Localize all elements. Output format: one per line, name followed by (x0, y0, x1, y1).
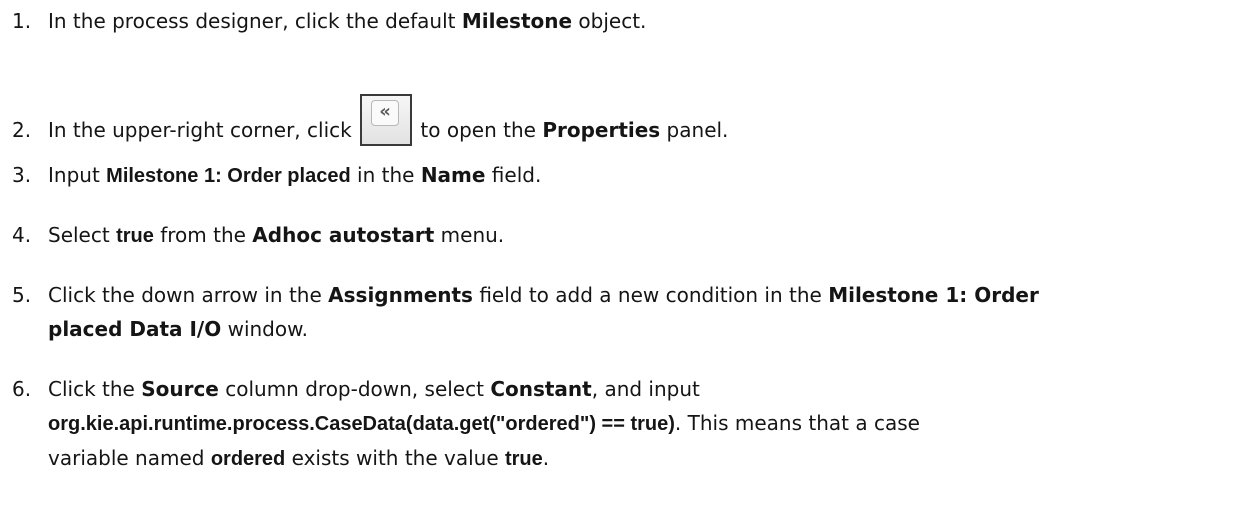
step-number: 6. (12, 377, 32, 401)
step-text: exists with the value (285, 446, 505, 470)
step-text: object. (572, 9, 647, 33)
step-number: 2. (12, 118, 32, 142)
code-expression: org.kie.api.runtime.process.CaseData(dat… (48, 413, 675, 435)
step-text: Click the down arrow in the (48, 283, 329, 307)
step-text: Select (48, 223, 117, 247)
step-text: in the (350, 163, 421, 187)
step-text: from the (153, 223, 253, 247)
collapse-panel-button-image: « (360, 94, 413, 146)
variable-name: ordered (210, 448, 286, 470)
ui-term-adhoc-autostart: Adhoc autostart (252, 223, 435, 247)
ui-term-name: Name (420, 163, 486, 187)
input-value: Milestone 1: Order placed (106, 165, 351, 187)
ui-term-window-title: placed Data I/O (48, 317, 222, 341)
step-text: In the process designer, click the defau… (48, 9, 462, 33)
step-5: 5. Click the down arrow in the Assignment… (12, 278, 1252, 346)
input-value: true (116, 225, 154, 247)
step-number: 3. (12, 163, 32, 187)
step-number: 1. (12, 9, 32, 33)
step-1: 1. In the process designer, click the def… (12, 4, 1252, 38)
step-text: Click the (48, 377, 142, 401)
step-text: variable named (48, 446, 211, 470)
step-text: . (542, 446, 550, 470)
step-text: field to add a new condition in the (472, 283, 829, 307)
ui-term-source: Source (141, 377, 219, 401)
step-text: In the upper-right corner, click (48, 118, 359, 142)
step-text: column drop-down, select (218, 377, 491, 401)
step-4: 4. Select true from the Adhoc autostart m… (12, 218, 1252, 253)
ui-term-milestone: Milestone (461, 9, 573, 33)
step-3: 3. Input Milestone 1: Order placed in the… (12, 158, 1252, 193)
step-text: , and input (591, 377, 700, 401)
step-text: panel. (660, 118, 729, 142)
step-text: field. (485, 163, 542, 187)
step-text: Input (48, 163, 107, 187)
ui-term-assignments: Assignments (328, 283, 473, 307)
step-text: to open the (414, 118, 543, 142)
step-text: menu. (434, 223, 505, 247)
instruction-page: 1. In the process designer, click the def… (0, 0, 1260, 517)
step-text: window. (221, 317, 308, 341)
ui-term-window-title: Milestone 1: Order (828, 283, 1039, 307)
ui-term-constant: Constant (490, 377, 592, 401)
step-number: 4. (12, 223, 32, 247)
ui-term-properties: Properties (542, 118, 661, 142)
step-number: 5. (12, 283, 32, 307)
step-text: . This means that a case (674, 411, 920, 435)
variable-value: true (504, 448, 543, 470)
step-6: 6. Click the Source column drop-down, sel… (12, 372, 1252, 476)
step-2: 2. In the upper-right corner, click « to … (12, 94, 1252, 147)
collapse-double-left-icon: « (371, 100, 400, 126)
